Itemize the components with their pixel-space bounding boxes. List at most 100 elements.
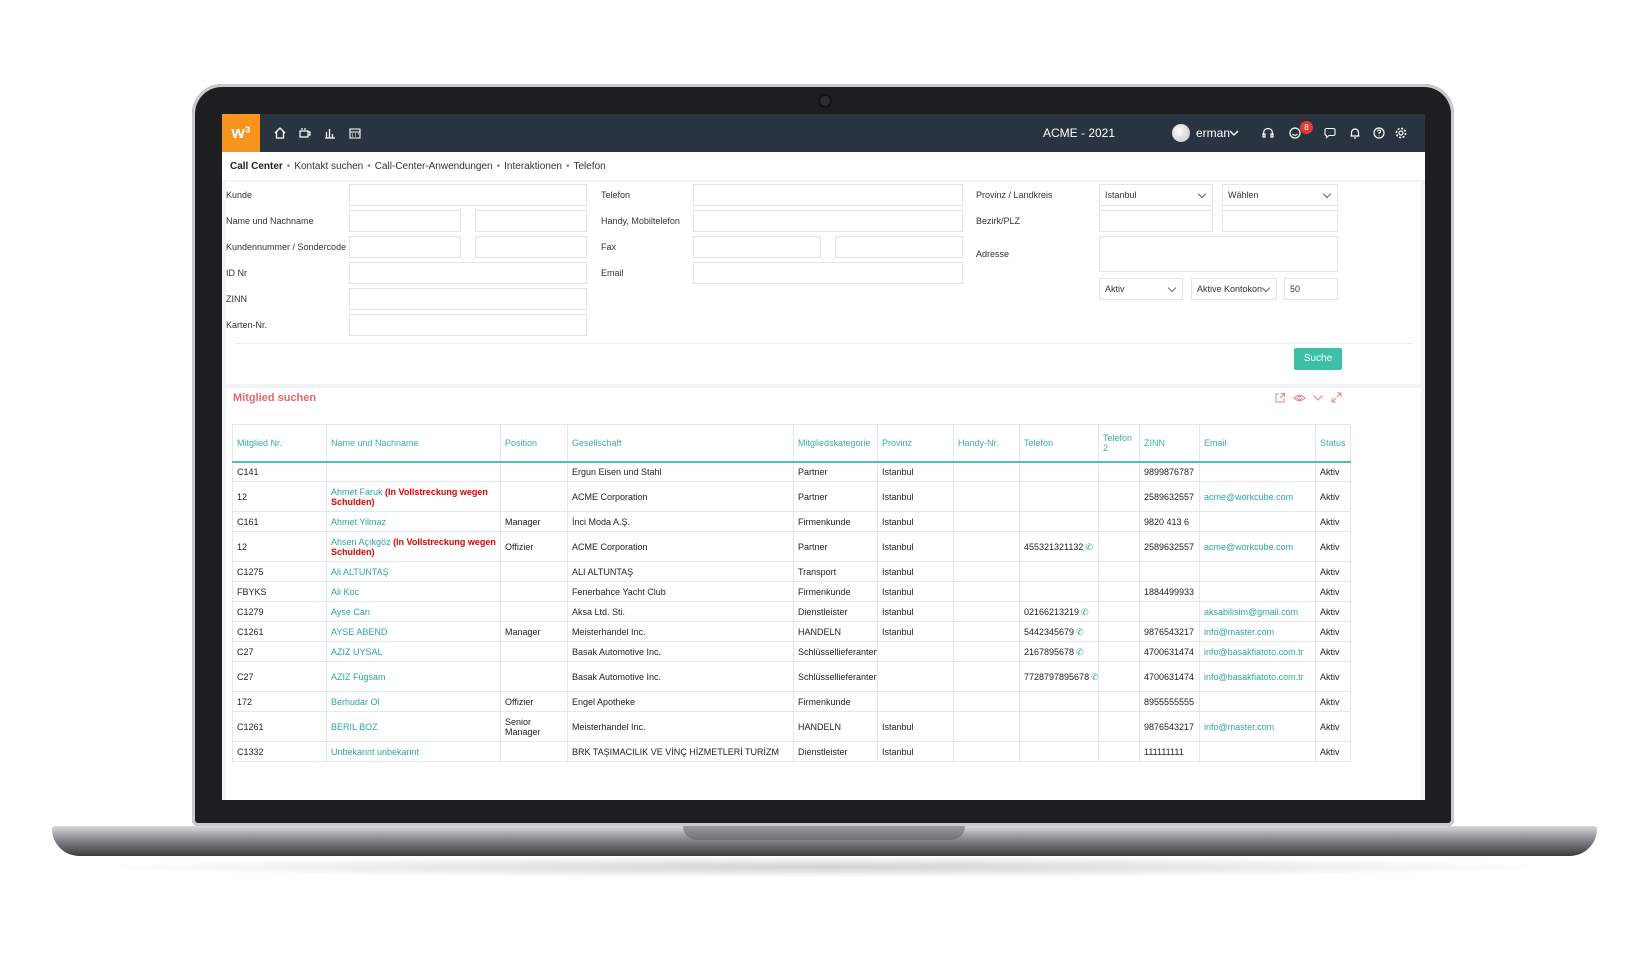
table-row[interactable]: C141 Ergun Eisen und Stahl Partner Istanbul… bbox=[232, 461, 1351, 482]
kundennummer-input[interactable] bbox=[349, 236, 461, 258]
status-select[interactable]: Aktiv bbox=[1099, 278, 1183, 300]
id-input[interactable] bbox=[349, 262, 587, 284]
email-link[interactable]: acme@workcube.com bbox=[1204, 492, 1293, 502]
member-name-link[interactable]: Ayse Can bbox=[331, 607, 370, 617]
coffee-icon[interactable] bbox=[298, 126, 312, 140]
phone-icon[interactable]: ✆ bbox=[1081, 607, 1089, 617]
email-link[interactable]: info@master.com bbox=[1204, 627, 1274, 637]
home-icon[interactable] bbox=[273, 126, 287, 140]
member-name-link[interactable]: Berhudar Ol bbox=[331, 697, 380, 707]
table-row[interactable]: 172 Berhudar Ol Offizier Engel Apotheke Firm… bbox=[232, 691, 1351, 712]
cell-phone2 bbox=[1098, 561, 1140, 582]
member-name-link[interactable]: Unbekannt unbekannt bbox=[331, 747, 419, 757]
chat-icon[interactable] bbox=[1323, 126, 1337, 140]
breadcrumb-item[interactable]: Telefon bbox=[573, 161, 605, 172]
telefon-input[interactable] bbox=[693, 184, 963, 206]
table-row[interactable]: C1279 Ayse Can Aksa Ltd. Sti. Dienstleister… bbox=[232, 601, 1351, 622]
company-name[interactable]: ACME - 2021 bbox=[1043, 114, 1115, 152]
cell-phone2 bbox=[1098, 621, 1140, 642]
cell-position: Manager bbox=[500, 511, 568, 532]
column-header[interactable]: Status bbox=[1315, 424, 1351, 463]
table-row[interactable]: C27 AZIZ Fügsam Basak Automotive Inc. Schlü… bbox=[232, 661, 1351, 692]
column-header[interactable]: Telefon bbox=[1019, 424, 1099, 463]
konto-select[interactable]: Aktive Kontokon bbox=[1191, 278, 1277, 300]
fax-input[interactable] bbox=[835, 236, 963, 258]
bell-icon[interactable] bbox=[1348, 126, 1362, 140]
table-row[interactable]: 12 Ahsen Açıkgöz (In Vollstreckung wegen … bbox=[232, 531, 1351, 562]
table-row[interactable]: FBYKS Ali Koc Fenerbahce Yacht Club Firmenk… bbox=[232, 581, 1351, 602]
column-header[interactable]: Email bbox=[1199, 424, 1316, 463]
member-name-link[interactable]: AZIZ UYSAL bbox=[331, 647, 383, 657]
last-name-input[interactable] bbox=[475, 210, 587, 232]
cell-name: Berhudar Ol bbox=[326, 691, 501, 712]
member-name-link[interactable]: Ahmet Faruk bbox=[331, 487, 383, 497]
phone-icon[interactable]: ✆ bbox=[1091, 672, 1097, 682]
eye-icon[interactable] bbox=[1293, 392, 1306, 404]
email-link[interactable]: info@master.com bbox=[1204, 722, 1274, 732]
export-icon[interactable] bbox=[1274, 392, 1286, 404]
chart-icon[interactable] bbox=[323, 126, 337, 140]
app-logo[interactable]: w³ bbox=[222, 114, 260, 152]
handy-input[interactable] bbox=[693, 210, 963, 232]
collapse-chevron-icon[interactable] bbox=[1312, 393, 1324, 403]
first-name-input[interactable] bbox=[349, 210, 461, 232]
table-row[interactable]: C1332 Unbekannt unbekannt BRK TAŞIMACILIK … bbox=[232, 741, 1351, 762]
member-name-link[interactable]: AYSE ABEND bbox=[331, 627, 387, 637]
table-row[interactable]: C1261 BERIL BOZ Senior Manager Meisterhande… bbox=[232, 711, 1351, 742]
settings-icon[interactable] bbox=[1394, 126, 1408, 140]
column-header[interactable]: Gesellschaft bbox=[567, 424, 794, 463]
email-link[interactable]: info@basakfiatoto.com.tr bbox=[1204, 647, 1304, 657]
column-header[interactable]: Telefon 2 bbox=[1098, 424, 1140, 463]
email-link[interactable]: info@basakfiatoto.com.tr bbox=[1204, 672, 1304, 682]
column-header[interactable]: Name und Nachname bbox=[326, 424, 501, 463]
phone-icon[interactable]: ✆ bbox=[1076, 647, 1084, 657]
zinn-input[interactable] bbox=[349, 288, 587, 310]
table-row[interactable]: 12 Ahmet Faruk (In Vollstreckung wegen Sc… bbox=[232, 481, 1351, 512]
email-input[interactable] bbox=[693, 262, 963, 284]
help-icon[interactable] bbox=[1372, 126, 1386, 140]
chevron-down-icon[interactable] bbox=[1227, 126, 1241, 140]
limit-input[interactable]: 50 bbox=[1284, 278, 1338, 300]
member-name-link[interactable]: BERIL BOZ bbox=[331, 722, 378, 732]
column-header[interactable]: Position bbox=[500, 424, 568, 463]
cell-phone bbox=[1019, 511, 1099, 532]
breadcrumb-item[interactable]: Call Center bbox=[230, 161, 283, 172]
breadcrumb-item[interactable]: Call-Center-Anwendungen bbox=[375, 161, 493, 172]
fax-code-input[interactable] bbox=[693, 236, 821, 258]
table-row[interactable]: C1261 AYSE ABEND Manager Meisterhandel Inc.… bbox=[232, 621, 1351, 642]
column-header[interactable]: Handy-Nr. bbox=[953, 424, 1020, 463]
table-row[interactable]: C1275 Ali ALTUNTAŞ ALI ALTUNTAŞ Transport Is… bbox=[232, 561, 1351, 582]
table-row[interactable]: C161 Ahmet Yilmaz Manager İnci Moda A.Ş. Fir… bbox=[232, 511, 1351, 532]
adresse-textarea[interactable] bbox=[1099, 236, 1338, 272]
member-name-link[interactable]: Ahmet Yilmaz bbox=[331, 517, 386, 527]
karten-input[interactable] bbox=[349, 314, 587, 336]
calendar-icon[interactable] bbox=[348, 126, 362, 140]
cell-position bbox=[500, 561, 568, 582]
phone-icon[interactable]: ✆ bbox=[1085, 542, 1093, 552]
avatar[interactable] bbox=[1172, 124, 1190, 142]
plz-input[interactable] bbox=[1222, 210, 1338, 232]
column-header[interactable]: Provinz bbox=[877, 424, 954, 463]
sondercode-input[interactable] bbox=[475, 236, 587, 258]
provinz-select[interactable]: Istanbul bbox=[1099, 184, 1213, 206]
search-button[interactable]: Suche bbox=[1294, 348, 1342, 370]
bezirk-input[interactable] bbox=[1099, 210, 1213, 232]
headset-icon[interactable] bbox=[1261, 126, 1275, 140]
email-link[interactable]: acme@workcube.com bbox=[1204, 542, 1293, 552]
member-name-link[interactable]: Ali Koc bbox=[331, 587, 359, 597]
table-row[interactable]: C27 AZIZ UYSAL Basak Automotive Inc. Schlüs… bbox=[232, 641, 1351, 662]
breadcrumb-item[interactable]: Interaktionen bbox=[504, 161, 562, 172]
breadcrumb-item[interactable]: Kontakt suchen bbox=[294, 161, 363, 172]
phone-icon[interactable]: ✆ bbox=[1076, 627, 1084, 637]
member-name-link[interactable]: AZIZ Fügsam bbox=[331, 672, 386, 682]
column-header[interactable]: Mitglied Nr. bbox=[232, 424, 327, 463]
column-header[interactable]: ZINN bbox=[1139, 424, 1200, 463]
member-name-link[interactable]: Ahsen Açıkgöz bbox=[331, 537, 391, 547]
member-name-link[interactable]: Ali ALTUNTAŞ bbox=[331, 567, 389, 577]
bezirk-select[interactable]: Wählen bbox=[1222, 184, 1338, 206]
user-name[interactable]: erman bbox=[1196, 114, 1230, 152]
email-link[interactable]: aksabilisim@gmail.com bbox=[1204, 607, 1298, 617]
kunde-input[interactable] bbox=[349, 184, 587, 206]
column-header[interactable]: Mitgliedskategorie bbox=[793, 424, 878, 463]
expand-icon[interactable] bbox=[1331, 392, 1342, 403]
